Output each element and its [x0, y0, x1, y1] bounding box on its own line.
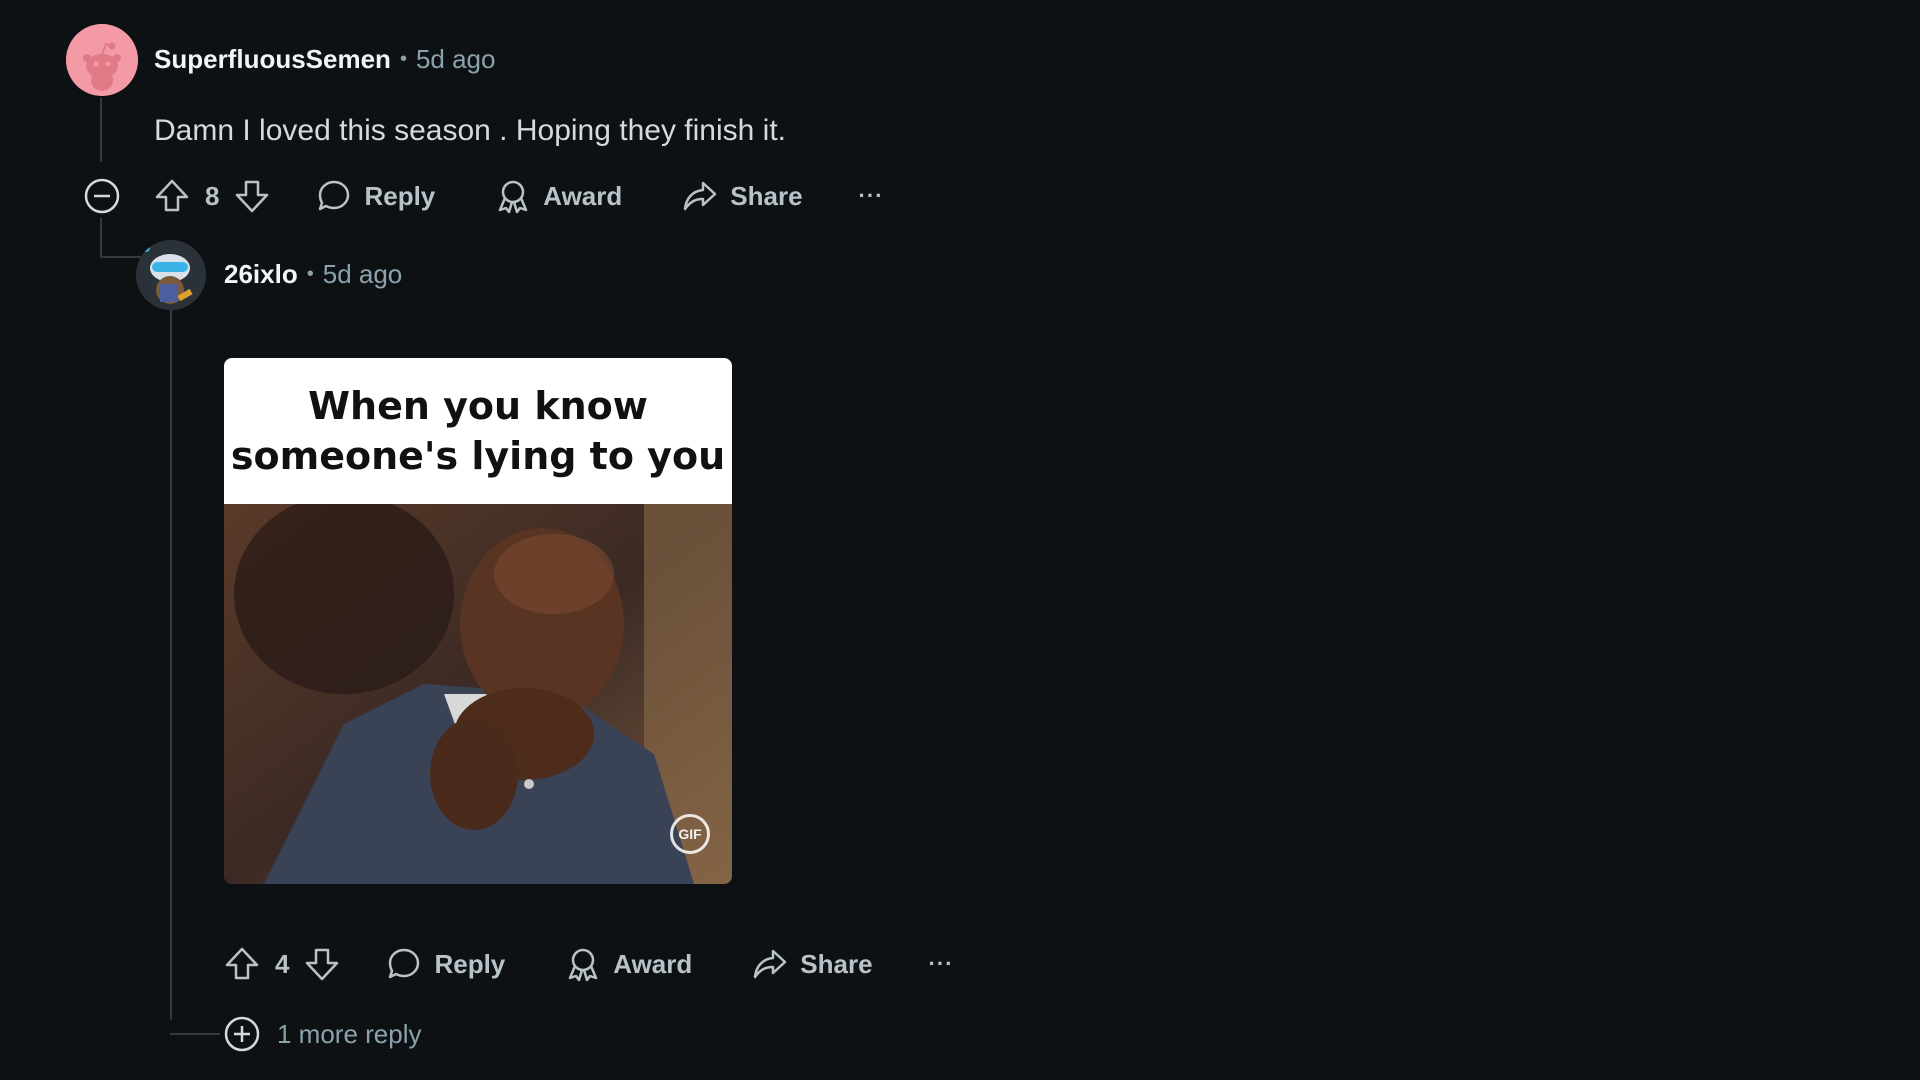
gif-image	[224, 504, 732, 884]
comment-text: Damn I loved this season . Hoping they f…	[154, 114, 786, 147]
share-label: Share	[730, 180, 803, 211]
upvote-button[interactable]	[154, 172, 190, 220]
author-name[interactable]: 26ixlo	[224, 259, 298, 290]
award-ribbon-icon	[499, 180, 528, 214]
author-name[interactable]: SuperfluousSemen	[154, 44, 391, 75]
share-button[interactable]: Share	[682, 172, 803, 220]
reply-button[interactable]: Reply	[386, 940, 505, 988]
separator-dot: •	[399, 48, 407, 70]
timestamp[interactable]: 5d ago	[323, 259, 403, 290]
reply-button[interactable]: Reply	[316, 172, 435, 220]
share-arrow-icon	[754, 949, 787, 979]
snoo-avatar-icon	[136, 240, 206, 310]
thread-line-main	[100, 98, 102, 162]
speech-bubble-icon	[319, 180, 350, 211]
vote-count: 8	[205, 180, 220, 211]
minus-circle-icon	[84, 178, 120, 214]
more-replies-button[interactable]: 1 more reply	[224, 1016, 422, 1052]
award-button[interactable]: Award	[495, 172, 622, 220]
avatar[interactable]	[66, 24, 138, 96]
separator-dot: •	[306, 263, 314, 285]
thread-line-elbow	[100, 256, 142, 258]
award-label: Award	[613, 948, 693, 979]
downvote-button[interactable]	[234, 172, 270, 220]
timestamp[interactable]: 5d ago	[416, 44, 496, 75]
thread-line-reply	[170, 310, 172, 1020]
upvote-arrow-icon	[225, 947, 259, 980]
comment-header: SuperfluousSemen • 5d ago	[154, 44, 495, 75]
vote-count: 4	[275, 948, 290, 979]
downvote-arrow-icon	[236, 180, 269, 213]
collapse-button[interactable]	[84, 178, 120, 214]
plus-circle-icon	[224, 1016, 260, 1052]
downvote-button[interactable]	[304, 940, 340, 988]
reply-label: Reply	[434, 948, 506, 979]
thread-line-branch	[100, 218, 102, 256]
snoo-avatar-icon	[66, 24, 138, 96]
award-ribbon-icon	[569, 948, 598, 982]
downvote-arrow-icon	[306, 948, 339, 981]
thread-line-more-elbow	[170, 1033, 220, 1035]
speech-bubble-icon	[389, 948, 420, 979]
award-button[interactable]: Award	[565, 940, 692, 988]
upvote-arrow-icon	[155, 179, 189, 212]
upvote-button[interactable]	[224, 940, 260, 988]
share-label: Share	[800, 948, 873, 979]
avatar[interactable]	[136, 240, 206, 310]
reply-label: Reply	[364, 180, 436, 211]
share-arrow-icon	[684, 181, 717, 211]
more-options-button[interactable]: ···	[929, 940, 954, 988]
award-label: Award	[543, 180, 623, 211]
gif-embed[interactable]: When you know someone's lying to you GIF	[224, 358, 732, 884]
more-replies-label: 1 more reply	[277, 1018, 422, 1049]
comment-thread: SuperfluousSemen • 5d ago Damn I loved t…	[0, 0, 1920, 1080]
gif-badge: GIF	[670, 814, 710, 854]
comment-actions: 4 Reply Award Share ···	[224, 940, 954, 988]
comment-header: 26ixlo • 5d ago	[224, 259, 402, 290]
share-button[interactable]: Share	[752, 940, 873, 988]
gif-caption: When you know someone's lying to you	[224, 358, 732, 504]
comment-actions: 8 Reply Award Share ···	[154, 172, 884, 220]
more-options-button[interactable]: ···	[859, 172, 884, 220]
